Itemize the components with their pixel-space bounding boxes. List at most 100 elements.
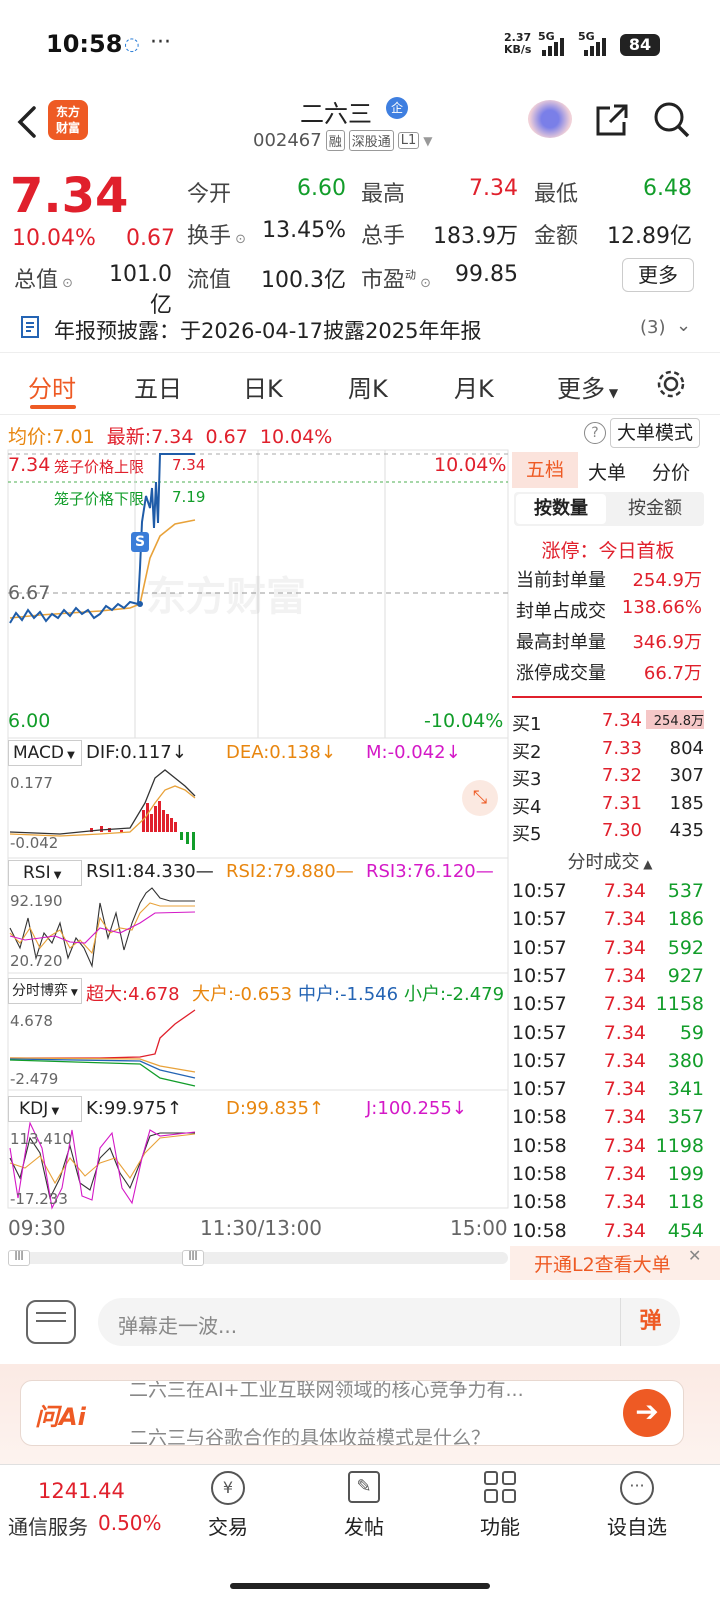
net-speed: 2.37 KB/s [504,31,532,56]
nav-bar: 东方 财富 二六三 企 002467 融 深股通 L1 ▼ [0,92,720,160]
tab-price-dist[interactable]: 分价 [652,458,690,485]
stock-code: 002467 [253,130,322,151]
stock-code-row: 002467 融 深股通 L1 ▼ [253,130,433,151]
macd-bar [192,832,195,850]
tick-volume: 186 [667,908,704,931]
nav-functions[interactable]: 功能 [468,1465,532,1555]
rsi2-value: RSI2:79.880— [226,861,354,882]
subtab-by-volume[interactable]: 按数量 [516,494,606,524]
fund-bottom-label: -2.479 [10,1070,59,1088]
tab-level5[interactable]: 五档 [512,452,578,488]
tab-more[interactable]: 更多 ▼ [557,369,618,404]
intraday-chart-area[interactable]: 7.34 笼子价格上限 7.34 笼子价格下限 7.19 10.04% 6.67… [0,418,510,1274]
notice-bar[interactable]: 年报预披露：于2026-04-17披露2025年年报 (3) ⌄ [0,305,720,353]
fund-xiaohu: 小户:-2.479 [404,984,505,1005]
macd-bar [154,806,157,832]
nav-trade[interactable]: ¥ 交易 [196,1465,260,1555]
tab-daily-k[interactable]: 日K [243,369,283,404]
tab-5day[interactable]: 五日 [134,369,182,404]
sell-marker[interactable]: S [131,532,149,552]
danmu-button[interactable]: 弹 [620,1298,680,1346]
app-logo[interactable]: 东方 财富 [48,100,88,140]
macd-bar [180,832,183,840]
tick-time: 10:57 [512,936,567,959]
tab-indicator [30,405,76,409]
macd-m: M:-0.042↓ [366,742,461,763]
nav-add-watchlist[interactable]: ··· 设自选 [602,1465,672,1555]
limit-stat-value: 346.9万 [632,632,702,653]
nav-post[interactable]: ✎ 发帖 [332,1465,396,1555]
ai-assistant-icon[interactable] [528,100,572,138]
prev-close-label: 6.67 [8,582,51,604]
grid-icon [484,1471,516,1503]
tick-time: 10:57 [512,1021,567,1044]
fund-dahu: 大户:-0.653 [192,984,293,1005]
tab-big-orders[interactable]: 大单 [588,458,626,485]
back-icon[interactable] [12,102,42,142]
bid-label: 买5 [512,824,542,845]
tick-volume: 1158 [655,993,704,1016]
more-button[interactable]: 更多 [622,258,694,292]
current-price: 7.34 [10,168,129,224]
high-value: 7.34 [469,176,518,201]
tick-volume: 199 [667,1163,704,1185]
chart-tabs: 分时 五日 日K 周K 月K 更多 ▼ [0,355,720,415]
settings-gear-icon[interactable] [654,367,688,401]
big-order-mode-button[interactable]: 大单模式 [610,418,700,448]
kdj-j: J:100.255↓ [366,1098,467,1119]
macd-selector[interactable]: MACD ▼ [8,740,82,766]
info-icon: ⊙ [231,232,247,247]
dropdown-icon: ▼ [423,133,433,148]
arrow-right-icon[interactable]: ➔ [623,1389,671,1437]
level-tag: L1 [397,132,420,149]
price-top-label: 7.34 [8,454,51,476]
limit-stat-value: 138.66% [621,597,702,618]
tick-price: 7.34 [603,964,646,987]
comment-list-icon[interactable] [26,1300,76,1344]
ai-question-2[interactable]: 二六三与谷歌合作的具体收益模式是什么？ [129,1423,490,1445]
help-icon[interactable]: ? [584,422,606,444]
tab-weekly-k[interactable]: 周K [348,369,388,404]
index-name[interactable]: 通信服务 [8,1511,88,1540]
kdj-selector[interactable]: KDJ ▼ [8,1096,82,1122]
tick-price: 7.34 [603,1219,646,1242]
ai-question-box[interactable]: 问Ai 二六三在AI+工业互联网领域的核心竞争力有... 二六三与谷歌合作的具体… [20,1380,684,1446]
l2-banner[interactable]: 开通L2查看大单 ✕ [510,1246,720,1280]
info-icon: ⊙ [58,276,74,291]
close-icon[interactable]: ✕ [688,1246,701,1265]
expand-icon[interactable]: ⤡ [462,780,498,816]
connect-tag: 深股通 [348,130,394,151]
scroll-handle-right[interactable]: ||| [182,1250,204,1266]
watermark: 东方财富 [146,574,306,620]
tick-volume: 454 [667,1219,704,1242]
fund-selector[interactable]: 分时博弈 ▼ [8,978,82,1004]
rsi-selector[interactable]: RSI ▼ [8,860,82,886]
subtab-by-amount[interactable]: 按金额 [610,494,700,524]
limit-stat-label: 封单占成交 [516,601,606,622]
ticks-title[interactable]: 分时成交 ▲ [510,848,710,874]
tick-time: 10:58 [512,1106,567,1129]
bid-label: 买2 [512,741,542,763]
tick-volume: 537 [667,880,704,902]
index-value[interactable]: 1241.44 [38,1479,125,1503]
bid-label: 买1 [512,714,542,735]
float-cap-value: 100.3亿 [261,268,346,293]
tab-monthly-k[interactable]: 月K [454,369,494,404]
rsi-bottom-label: 20.720 [10,952,63,970]
edit-icon: ✎ [348,1471,380,1503]
ai-question-1[interactable]: 二六三在AI+工业互联网领域的核心竞争力有... [129,1381,524,1402]
danmu-input-box[interactable]: 弹幕走一波... 弹 [98,1298,680,1346]
notification-icon: ◌ [124,34,140,55]
scroll-handle-left[interactable]: ||| [8,1250,30,1266]
clock: 10:58 [46,30,123,58]
l2-banner-text: 开通L2查看大单 [534,1254,671,1276]
tab-intraday[interactable]: 分时 [28,369,76,404]
tick-price: 7.34 [603,908,646,931]
time-mid: 11:30/13:00 [200,1216,323,1240]
share-icon[interactable] [592,100,632,140]
chart-scrollbar[interactable] [8,1252,508,1264]
limit-stat-label: 当前封单量 [516,570,606,591]
bid-volume: 804 [669,737,704,759]
macd-bar [186,832,189,844]
search-icon[interactable] [652,100,692,140]
